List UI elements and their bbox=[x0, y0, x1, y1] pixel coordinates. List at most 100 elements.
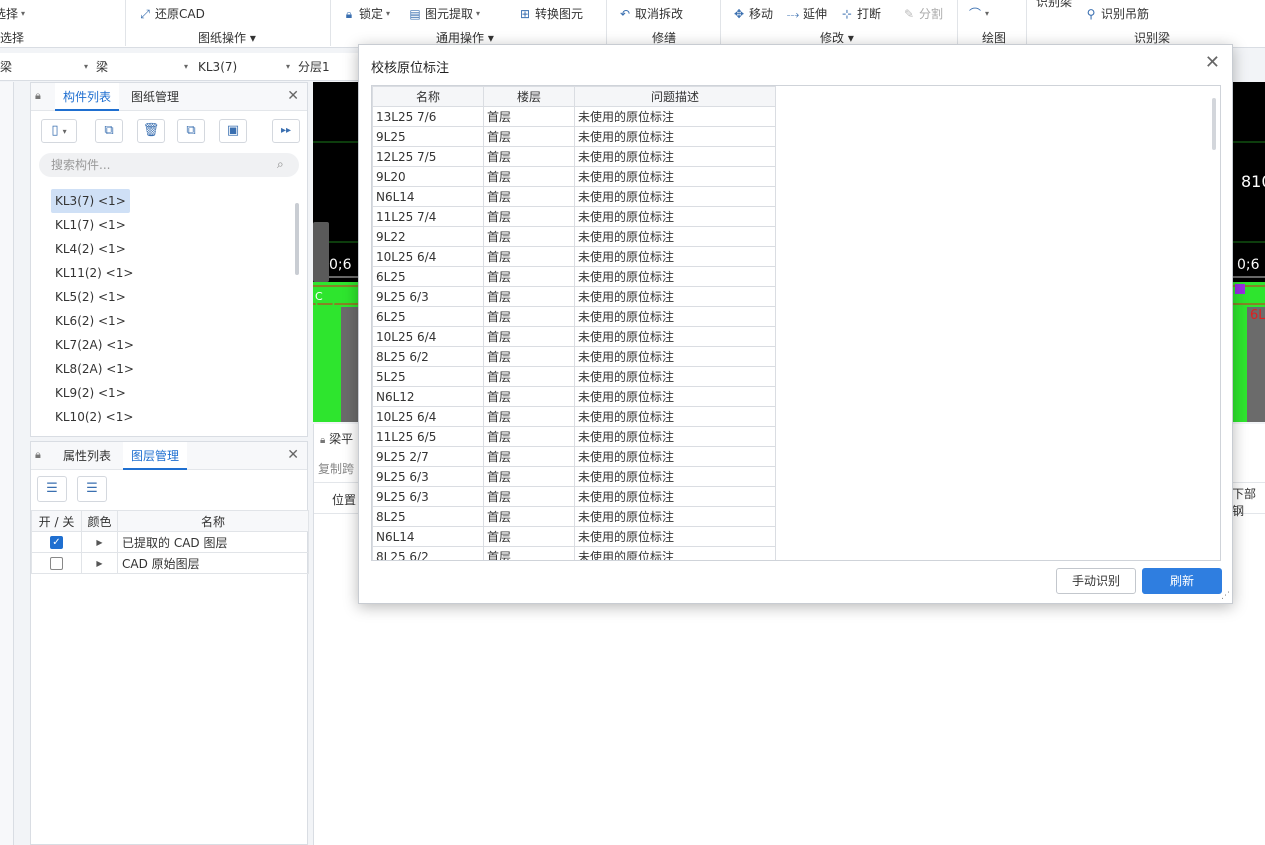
list-item[interactable]: KL10(2) <1> bbox=[51, 405, 137, 429]
component-search-input[interactable] bbox=[39, 153, 299, 177]
table-row[interactable]: 13L25 7/6 首层 未使用的原位标注 bbox=[372, 106, 776, 127]
issue-table: 名称 楼层 问题描述 13L25 7/6 首层 未使用的原位标注 9L25 首层 未使用的… bbox=[372, 86, 776, 560]
close-icon[interactable]: ✕ bbox=[287, 89, 299, 103]
issue-cell: 未使用的原位标注 bbox=[574, 266, 776, 287]
column-header[interactable]: 名称 bbox=[372, 86, 484, 107]
name-cell: 13L25 7/6 bbox=[372, 106, 484, 127]
table-row[interactable]: 11L25 7/4 首层 未使用的原位标注 bbox=[372, 206, 776, 227]
scrollbar[interactable] bbox=[1212, 98, 1216, 150]
name-cell: 9L25 6/3 bbox=[372, 286, 484, 307]
table-row[interactable]: 5L25 首层 未使用的原位标注 bbox=[372, 366, 776, 387]
table-row[interactable]: 9L25 2/7 首层 未使用的原位标注 bbox=[372, 446, 776, 467]
floor-select[interactable]: 分层1 bbox=[298, 53, 358, 81]
tab-beam-table[interactable]: 🔒︎ 梁平 bbox=[320, 430, 353, 447]
table-row[interactable]: ▶ CAD 原始图层 bbox=[31, 552, 309, 574]
list-item[interactable]: KL7(2A) <1> bbox=[51, 333, 138, 357]
floor-cell: 首层 bbox=[483, 166, 575, 187]
new-component-button[interactable]: ▯ ▾ bbox=[41, 119, 77, 143]
restore-cad-button[interactable]: ⤢ 还原CAD bbox=[138, 6, 205, 22]
layer-copy-button[interactable]: ⧉ bbox=[177, 119, 205, 143]
extract-component-button[interactable]: ▣ bbox=[219, 119, 247, 143]
scrollbar[interactable] bbox=[295, 203, 299, 275]
type-select[interactable]: 梁 ▾ bbox=[96, 53, 192, 81]
table-row[interactable]: 8L25 首层 未使用的原位标注 bbox=[372, 506, 776, 527]
group-drawing-ops[interactable]: 图纸操作 ▾ bbox=[198, 29, 256, 46]
issue-cell: 未使用的原位标注 bbox=[574, 166, 776, 187]
extend-button[interactable]: ⤏ 延伸 bbox=[786, 6, 827, 22]
table-row[interactable]: 10L25 6/4 首层 未使用的原位标注 bbox=[372, 246, 776, 267]
pin-icon[interactable]: 🔒︎ bbox=[35, 89, 41, 103]
convert-button[interactable]: ⊞ 转换图元 bbox=[518, 6, 583, 22]
table-row[interactable]: ✓ ▶ 已提取的 CAD 图层 bbox=[31, 531, 309, 553]
collapse-handle[interactable] bbox=[313, 222, 329, 282]
table-row[interactable]: N6L12 首层 未使用的原位标注 bbox=[372, 386, 776, 407]
table-row[interactable]: 8L25 6/2 首层 未使用的原位标注 bbox=[372, 346, 776, 367]
table-row[interactable]: 10L25 6/4 首层 未使用的原位标注 bbox=[372, 406, 776, 427]
list-item[interactable]: KL5(2) <1> bbox=[51, 285, 130, 309]
list-item[interactable]: KL8(2A) <1> bbox=[51, 357, 138, 381]
table-row[interactable]: 9L25 首层 未使用的原位标注 bbox=[372, 126, 776, 147]
table-row[interactable]: 6L25 首层 未使用的原位标注 bbox=[372, 266, 776, 287]
show-layers-button[interactable]: ☰ bbox=[37, 476, 67, 502]
table-row[interactable]: N6L14 首层 未使用的原位标注 bbox=[372, 526, 776, 547]
identify-hanger-button[interactable]: ⚲ 识别吊筋 bbox=[1084, 6, 1149, 22]
cancel-split-button[interactable]: ↶ 取消拆改 bbox=[618, 6, 683, 22]
floor-cell: 首层 bbox=[483, 106, 575, 127]
checkbox[interactable]: ✓ bbox=[50, 536, 63, 549]
list-item[interactable]: KL4(2) <1> bbox=[51, 237, 130, 261]
delete-component-button[interactable]: 🗑︎ bbox=[137, 119, 165, 143]
select-dropdown[interactable]: 选择▾ bbox=[0, 6, 25, 22]
hide-layers-button[interactable]: ☰ bbox=[77, 476, 107, 502]
close-icon[interactable]: ✕ bbox=[1205, 54, 1220, 72]
table-row[interactable]: 9L20 首层 未使用的原位标注 bbox=[372, 166, 776, 187]
tab-property-list[interactable]: 属性列表 bbox=[55, 442, 119, 470]
identify-beam-top-button[interactable]: 识别梁 bbox=[1036, 0, 1072, 10]
list-item[interactable]: KL3(7) <1> bbox=[51, 189, 130, 213]
issue-cell: 未使用的原位标注 bbox=[574, 326, 776, 347]
list-item[interactable]: KL11(2) <1> bbox=[51, 261, 137, 285]
copy-span-button[interactable]: 复制跨 bbox=[318, 460, 354, 477]
floor-cell: 首层 bbox=[483, 386, 575, 407]
table-row[interactable]: 9L22 首层 未使用的原位标注 bbox=[372, 226, 776, 247]
chevron-right-icon[interactable]: ▶ bbox=[96, 559, 102, 568]
copy-component-button[interactable]: ⧉ bbox=[95, 119, 123, 143]
split-button[interactable]: ✎ 分割 bbox=[902, 6, 943, 22]
name-cell: 10L25 6/4 bbox=[372, 246, 484, 267]
list-item[interactable]: KL6(2) <1> bbox=[51, 309, 130, 333]
column-header[interactable]: 楼层 bbox=[483, 86, 575, 107]
break-icon: ⊹ bbox=[841, 7, 853, 21]
resize-grip-icon[interactable]: ⋰ bbox=[1221, 592, 1230, 601]
lock-button[interactable]: 🔒︎ 锁定 ▾ bbox=[342, 6, 390, 22]
pin-icon[interactable]: 🔒︎ bbox=[35, 448, 41, 462]
extract-button[interactable]: ▤ 图元提取 ▾ bbox=[408, 6, 480, 22]
issue-cell: 未使用的原位标注 bbox=[574, 126, 776, 147]
refresh-button[interactable]: 刷新 bbox=[1142, 568, 1222, 594]
list-item[interactable]: KL9(2) <1> bbox=[51, 381, 130, 405]
tab-component-list[interactable]: 构件列表 bbox=[55, 83, 120, 111]
checkbox[interactable] bbox=[50, 557, 63, 570]
table-row[interactable]: 8L25 6/2 首层 未使用的原位标注 bbox=[372, 546, 776, 560]
close-icon[interactable]: ✕ bbox=[287, 448, 299, 462]
chevron-right-icon[interactable]: ▶ bbox=[96, 538, 102, 547]
tab-drawing-management[interactable]: 图纸管理 bbox=[123, 83, 187, 111]
table-row[interactable]: 10L25 6/4 首层 未使用的原位标注 bbox=[372, 326, 776, 347]
tab-layer-management[interactable]: 图层管理 bbox=[123, 442, 188, 470]
table-row[interactable]: N6L14 首层 未使用的原位标注 bbox=[372, 186, 776, 207]
name-cell: 9L25 bbox=[372, 126, 484, 147]
table-row[interactable]: 12L25 7/5 首层 未使用的原位标注 bbox=[372, 146, 776, 167]
draw-arc-button[interactable]: ⌒ ▾ bbox=[968, 6, 989, 22]
table-row[interactable]: 9L25 6/3 首层 未使用的原位标注 bbox=[372, 286, 776, 307]
table-row[interactable]: 6L25 首层 未使用的原位标注 bbox=[372, 306, 776, 327]
table-row[interactable]: 11L25 6/5 首层 未使用的原位标注 bbox=[372, 426, 776, 447]
more-button[interactable]: ▸▸ bbox=[272, 119, 300, 143]
list-item[interactable]: KL1(7) <1> bbox=[51, 213, 130, 237]
name-cell: 6L25 bbox=[372, 266, 484, 287]
element-select[interactable]: KL3(7) ▾ bbox=[198, 53, 294, 81]
manual-identify-button[interactable]: 手动识别 bbox=[1056, 568, 1136, 594]
move-button[interactable]: ✥ 移动 bbox=[732, 6, 773, 22]
table-row[interactable]: 9L25 6/3 首层 未使用的原位标注 bbox=[372, 466, 776, 487]
column-header[interactable]: 问题描述 bbox=[574, 86, 776, 107]
table-row[interactable]: 9L25 6/3 首层 未使用的原位标注 bbox=[372, 486, 776, 507]
break-button[interactable]: ⊹ 打断 bbox=[840, 6, 881, 22]
category-select[interactable]: 梁 ▾ bbox=[0, 53, 92, 81]
